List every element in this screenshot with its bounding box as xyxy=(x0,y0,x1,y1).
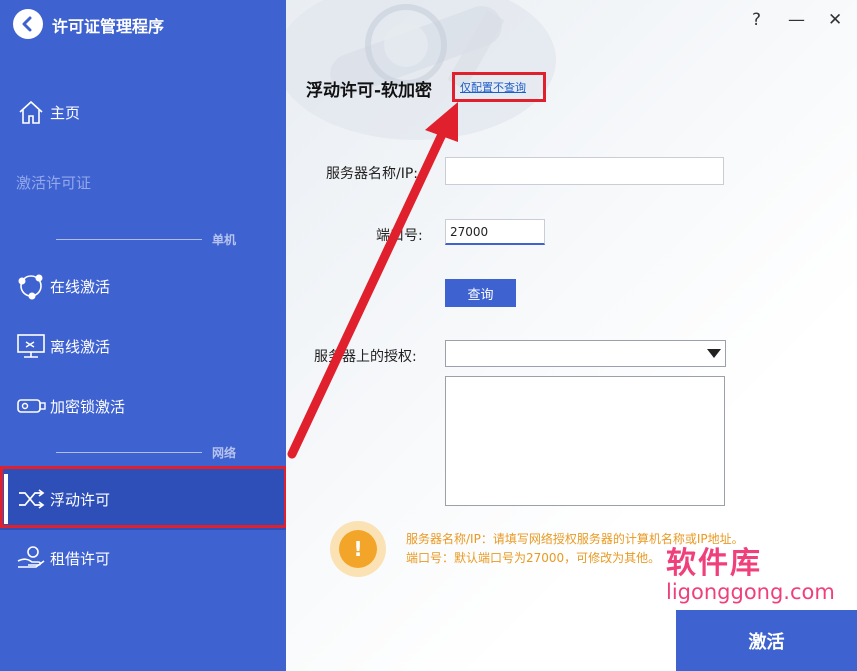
server-label: 服务器名称/IP: xyxy=(326,166,419,182)
sidebar: 许可证管理程序 主页 激活许可证 单机 在线激活 离线激活 加密锁激活 网络 浮… xyxy=(0,0,287,671)
sidebar-item-offline-activation[interactable]: 离线激活 xyxy=(0,326,286,366)
port-label: 端口号: xyxy=(376,228,423,244)
hand-coin-icon xyxy=(16,543,46,573)
hint-port: 端口号：默认端口号为27000，可修改为其他。 xyxy=(406,551,661,565)
activate-button[interactable]: 激活 xyxy=(676,610,857,671)
app-title: 许可证管理程序 xyxy=(52,17,165,36)
section-single: 单机 xyxy=(56,231,236,247)
app-header: 许可证管理程序 xyxy=(0,0,286,48)
help-button[interactable]: ? xyxy=(752,10,761,30)
sidebar-item-borrow-license[interactable]: 租借许可 xyxy=(0,538,286,578)
background-illustration xyxy=(286,0,556,140)
sidebar-item-dongle-activation[interactable]: 加密锁激活 xyxy=(0,386,286,426)
highlight-box xyxy=(452,72,546,102)
section-label: 网络 xyxy=(211,446,236,460)
sidebar-item-label: 离线激活 xyxy=(50,337,111,356)
sidebar-item-label: 加密锁激活 xyxy=(50,397,126,416)
usb-dongle-icon xyxy=(16,391,46,421)
divider xyxy=(56,239,202,240)
sidebar-item-label: 在线激活 xyxy=(50,277,111,296)
divider xyxy=(56,452,202,453)
home-icon xyxy=(16,97,46,127)
sidebar-item-label: 激活许可证 xyxy=(16,173,92,192)
warning-badge: ! xyxy=(330,521,386,577)
license-select[interactable] xyxy=(445,340,726,367)
query-button[interactable]: 查询 xyxy=(445,279,516,307)
chevron-left-icon xyxy=(22,16,32,32)
port-input[interactable]: 27000 xyxy=(445,219,545,245)
chevron-down-icon xyxy=(707,349,721,358)
highlight-box xyxy=(0,466,287,528)
license-label: 服务器上的授权: xyxy=(314,349,417,365)
license-list[interactable] xyxy=(445,376,725,506)
watermark-cn: 软件库 xyxy=(666,546,762,581)
sidebar-item-label: 主页 xyxy=(50,103,81,122)
close-button[interactable]: ✕ xyxy=(828,10,842,30)
monitor-icon xyxy=(16,331,46,361)
share-nodes-icon xyxy=(16,271,46,301)
sidebar-item-label: 租借许可 xyxy=(50,549,111,568)
main-panel: ? — ✕ 浮动许可-软加密 仅配置不查询 服务器名称/IP: 端口号: 270… xyxy=(286,0,857,671)
section-network: 网络 xyxy=(56,444,236,460)
section-label: 单机 xyxy=(211,233,236,247)
sidebar-item-activate-license: 激活许可证 xyxy=(0,162,286,202)
back-button[interactable] xyxy=(13,9,43,39)
sidebar-item-online-activation[interactable]: 在线激活 xyxy=(0,266,286,306)
minimize-button[interactable]: — xyxy=(788,10,805,30)
exclamation-icon: ! xyxy=(339,530,377,568)
server-input[interactable] xyxy=(445,157,724,185)
sidebar-item-home[interactable]: 主页 xyxy=(0,92,286,132)
page-title: 浮动许可-软加密 xyxy=(306,81,433,101)
watermark-en: ligonggong.com xyxy=(666,580,835,604)
